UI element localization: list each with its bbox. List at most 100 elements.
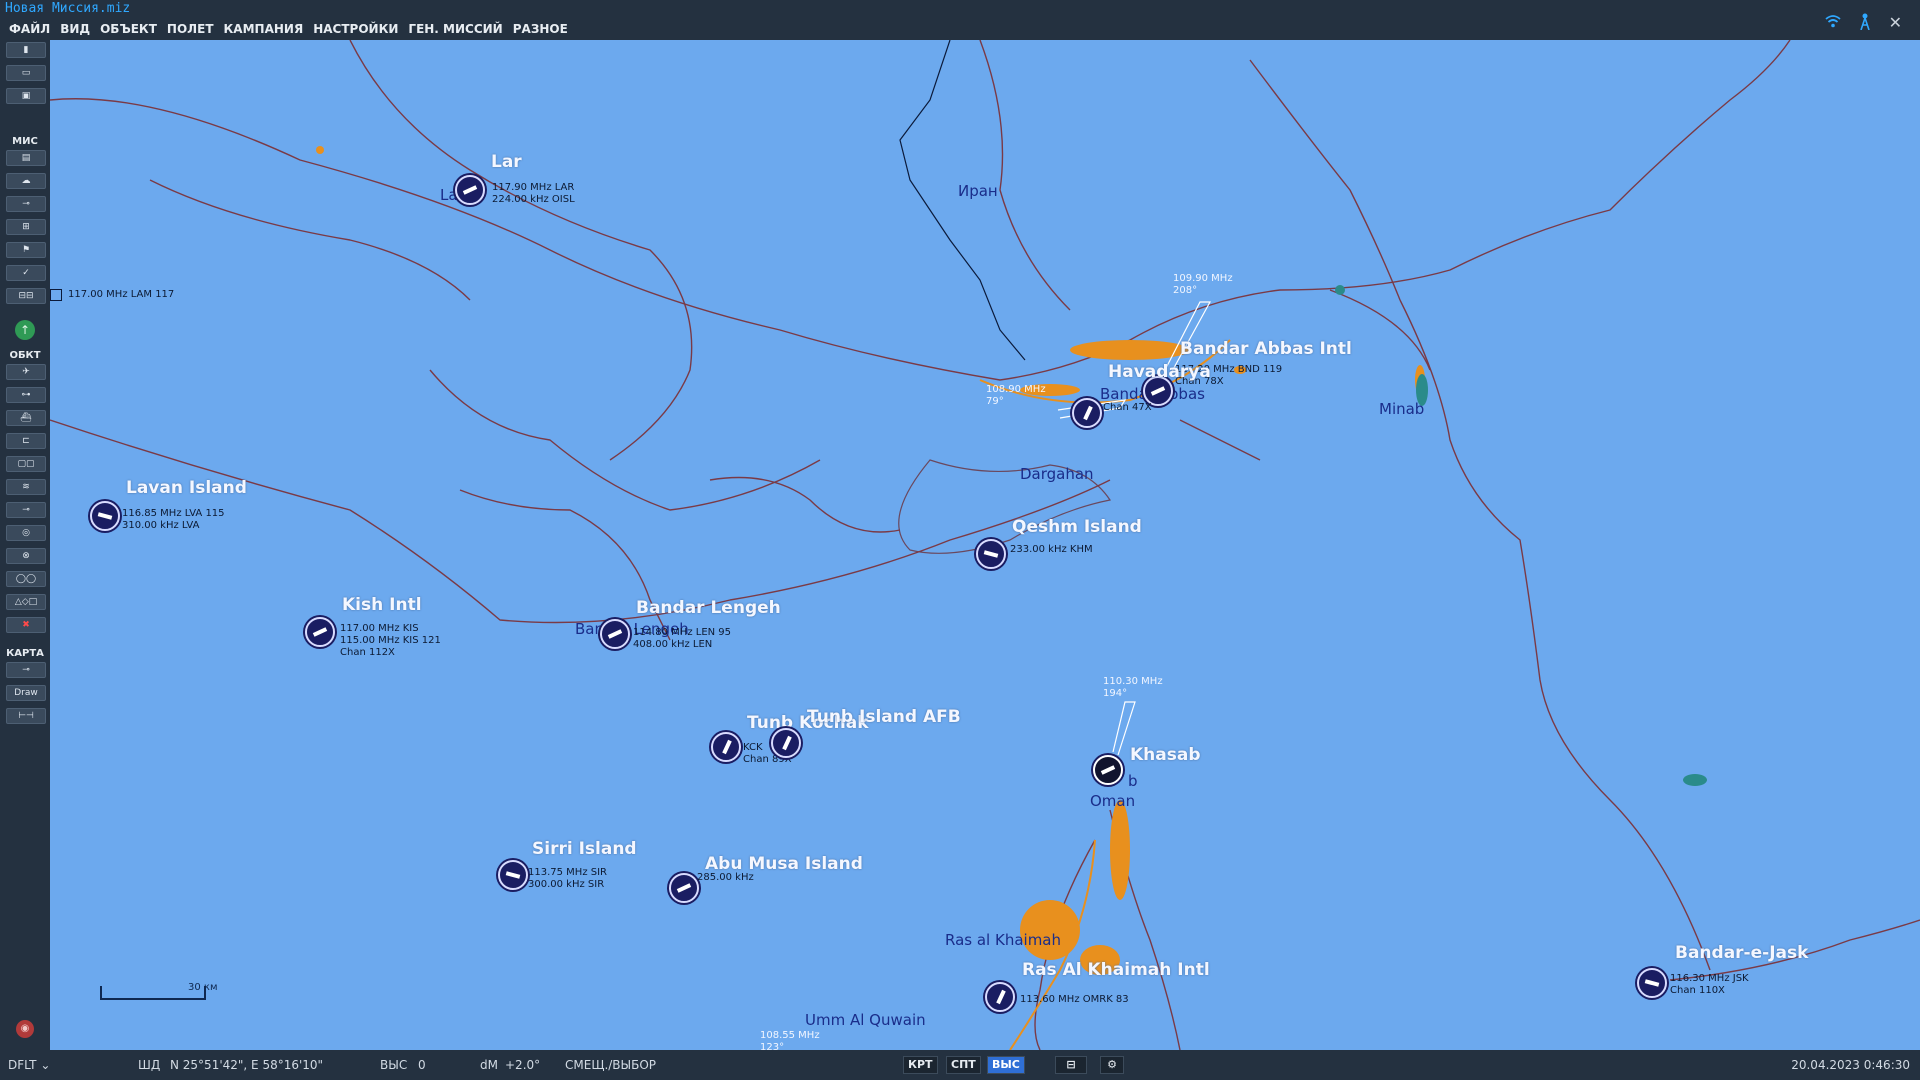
- airbase-khasab-icon[interactable]: [1093, 755, 1123, 785]
- airbase-havadarya-name: Havadarya: [1108, 362, 1211, 382]
- section-objects: ОБКТ: [9, 350, 41, 361]
- menu-settings[interactable]: НАСТРОЙКИ: [308, 20, 403, 38]
- airbase-lavan-info: 116.85 MHz LVA 115 310.00 kHz LVA: [122, 508, 225, 531]
- mission-editor: Новая Миссия.miz ФАЙЛ ВИД ОБЪЕКТ ПОЛЕТ К…: [0, 0, 1920, 1080]
- layers-icon[interactable]: ⊟: [1055, 1056, 1087, 1074]
- airbase-bandar-abbas-name: Bandar Abbas Intl: [1180, 339, 1352, 359]
- mode-label: СМЕЩ./ВЫБОР: [565, 1058, 657, 1072]
- aircraft-icon[interactable]: ✈: [6, 364, 46, 380]
- nav-target-icon[interactable]: ⊗: [6, 548, 46, 564]
- target-icon[interactable]: ◎: [6, 525, 46, 541]
- airbase-tunb-island-name: Tunb Island AFB: [807, 707, 961, 727]
- ship-icon[interactable]: ⛴: [6, 410, 46, 426]
- title-bar: Новая Миссия.miz ФАЙЛ ВИД ОБЪЕКТ ПОЛЕТ К…: [0, 0, 1920, 40]
- menu-misc[interactable]: РАЗНОЕ: [508, 20, 573, 38]
- vehicle-icon[interactable]: ⊏: [6, 433, 46, 449]
- section-mission: МИС: [12, 136, 38, 147]
- menu-view[interactable]: ВИД: [55, 20, 95, 38]
- open-file-icon[interactable]: ▭: [6, 65, 46, 81]
- airbase-sirri-name: Sirri Island: [532, 839, 637, 859]
- flags-icon[interactable]: ⚑: [6, 242, 46, 258]
- airbase-havadarya-icon[interactable]: [1072, 398, 1102, 428]
- airbase-bandar-lengeh-info: 114.80 MHz LEN 95 408.00 kHz LEN: [633, 627, 732, 650]
- new-file-icon[interactable]: ▮: [6, 42, 46, 58]
- airbase-bandar-e-jask-icon[interactable]: [1637, 968, 1667, 998]
- magvar-value: +2.0°: [505, 1058, 541, 1072]
- group-icon[interactable]: ◯◯: [6, 571, 46, 587]
- airbase-lar-name: Lar: [491, 152, 522, 172]
- nav-aid-2: 108.90 MHz 79°: [986, 384, 1046, 407]
- datetime: 20.04.2023 0:46:30: [1791, 1058, 1910, 1072]
- airbase-ras-al-khaimah-name: Ras Al Khaimah Intl: [1022, 960, 1210, 980]
- profile-select[interactable]: DFLT ⌄: [8, 1058, 50, 1072]
- wifi-icon[interactable]: [1825, 14, 1841, 32]
- briefing-icon[interactable]: ▤: [6, 150, 46, 166]
- menu-file[interactable]: ФАЙЛ: [4, 20, 55, 38]
- menu-campaign[interactable]: КАМПАНИЯ: [219, 20, 309, 38]
- menu-object[interactable]: ОБЪЕКТ: [95, 20, 162, 38]
- place-oman: Oman: [1090, 792, 1136, 810]
- nav-aid-4: 108.55 MHz 123°: [760, 1030, 820, 1050]
- helicopter-icon[interactable]: ⊶: [6, 387, 46, 403]
- settings-gear-icon[interactable]: ⚙: [1100, 1056, 1124, 1074]
- satellite-mode-button[interactable]: СПТ: [946, 1056, 981, 1074]
- airbase-lavan-name: Lavan Island: [126, 478, 247, 498]
- menu-flight[interactable]: ПОЛЕТ: [162, 20, 219, 38]
- airbase-bandar-lengeh-name: Bandar Lengeh: [636, 598, 781, 618]
- airbase-qeshm-name: Qeshm Island: [1012, 517, 1142, 537]
- save-file-icon[interactable]: ▣: [6, 88, 46, 104]
- airbase-abu-musa-icon[interactable]: [669, 873, 699, 903]
- menu-bar: ФАЙЛ ВИД ОБЪЕКТ ПОЛЕТ КАМПАНИЯ НАСТРОЙКИ…: [4, 20, 573, 38]
- nav-points-icon[interactable]: ⊟⊟: [6, 288, 46, 304]
- airbase-tunb-island-icon[interactable]: [771, 728, 801, 758]
- record-icon[interactable]: ◉: [16, 1020, 34, 1038]
- zone-icon[interactable]: ⊸: [6, 502, 46, 518]
- airbase-lar-icon[interactable]: [455, 175, 485, 205]
- airbase-qeshm-info: 233.00 kHz KHM: [1010, 544, 1093, 555]
- altitude-value: 0: [418, 1058, 426, 1072]
- airbase-bandar-e-jask-name: Bandar-e-Jask: [1675, 943, 1809, 963]
- airbase-bandar-lengeh-icon[interactable]: [600, 619, 630, 649]
- ruler-icon[interactable]: ⊢⊣: [6, 708, 46, 724]
- airbase-sirri-info: 113.75 MHz SIR 300.00 kHz SIR: [528, 867, 607, 890]
- goals-icon[interactable]: ✓: [6, 265, 46, 281]
- close-icon[interactable]: ✕: [1889, 14, 1902, 32]
- template-icon[interactable]: ≋: [6, 479, 46, 495]
- airbase-ras-al-khaimah-info: 113.60 MHz OMRK 83: [1020, 994, 1129, 1005]
- airbase-kish-icon[interactable]: [305, 617, 335, 647]
- triggers-icon[interactable]: ⊸: [6, 196, 46, 212]
- menu-mission-generator[interactable]: ГЕН. МИССИЙ: [403, 20, 507, 38]
- map-mode-button[interactable]: КРТ: [903, 1056, 938, 1074]
- airbase-sirri-icon[interactable]: [498, 860, 528, 890]
- map-options-icon[interactable]: ⊸: [6, 662, 46, 678]
- place-minab: Minab: [1379, 400, 1425, 418]
- coord-value: N 25°51'42", E 58°16'10": [170, 1058, 324, 1072]
- weather-icon[interactable]: ☁: [6, 173, 46, 189]
- shapes-icon[interactable]: △◇□: [6, 594, 46, 610]
- place-umm-al-quwain: Umm Al Quwain: [805, 1011, 926, 1029]
- altitude-label: ВЫС: [380, 1058, 408, 1072]
- airbase-bandar-e-jask-info: 116.30 MHz JSK Chan 110X: [1670, 973, 1749, 996]
- status-bar: DFLT ⌄ ШД N 25°51'42", E 58°16'10" ВЫС 0…: [0, 1050, 1920, 1080]
- map-view[interactable]: Иран Minab Dargahan Oman Ras al Khaimah …: [50, 40, 1920, 1050]
- place-khasab-town: b: [1128, 772, 1138, 790]
- airbase-khasab-name: Khasab: [1130, 745, 1201, 765]
- airbase-lar-info: 117.90 MHz LAR 224.00 kHz OISL: [492, 182, 575, 205]
- window-title: Новая Миссия.miz: [5, 1, 131, 16]
- airbase-abu-musa-name: Abu Musa Island: [705, 854, 863, 874]
- antenna-icon[interactable]: [1859, 12, 1871, 34]
- fly-icon[interactable]: ↑: [15, 320, 35, 340]
- delete-icon[interactable]: ✖: [6, 617, 46, 633]
- altitude-mode-button[interactable]: ВЫС: [987, 1056, 1025, 1074]
- place-dargahan: Dargahan: [1020, 465, 1094, 483]
- airbase-lavan-icon[interactable]: [90, 501, 120, 531]
- draw-button[interactable]: Draw: [6, 685, 46, 701]
- airbase-ras-al-khaimah-icon[interactable]: [985, 982, 1015, 1012]
- airbase-qeshm-icon[interactable]: [976, 539, 1006, 569]
- resources-icon[interactable]: ⊞: [6, 219, 46, 235]
- airbase-tunb-kochak-icon[interactable]: [711, 732, 741, 762]
- map-scale-label: 30 км: [188, 982, 218, 993]
- static-object-icon[interactable]: ▢▢: [6, 456, 46, 472]
- lam-beacon-icon[interactable]: [50, 289, 62, 301]
- title-icons: ✕: [1825, 12, 1902, 34]
